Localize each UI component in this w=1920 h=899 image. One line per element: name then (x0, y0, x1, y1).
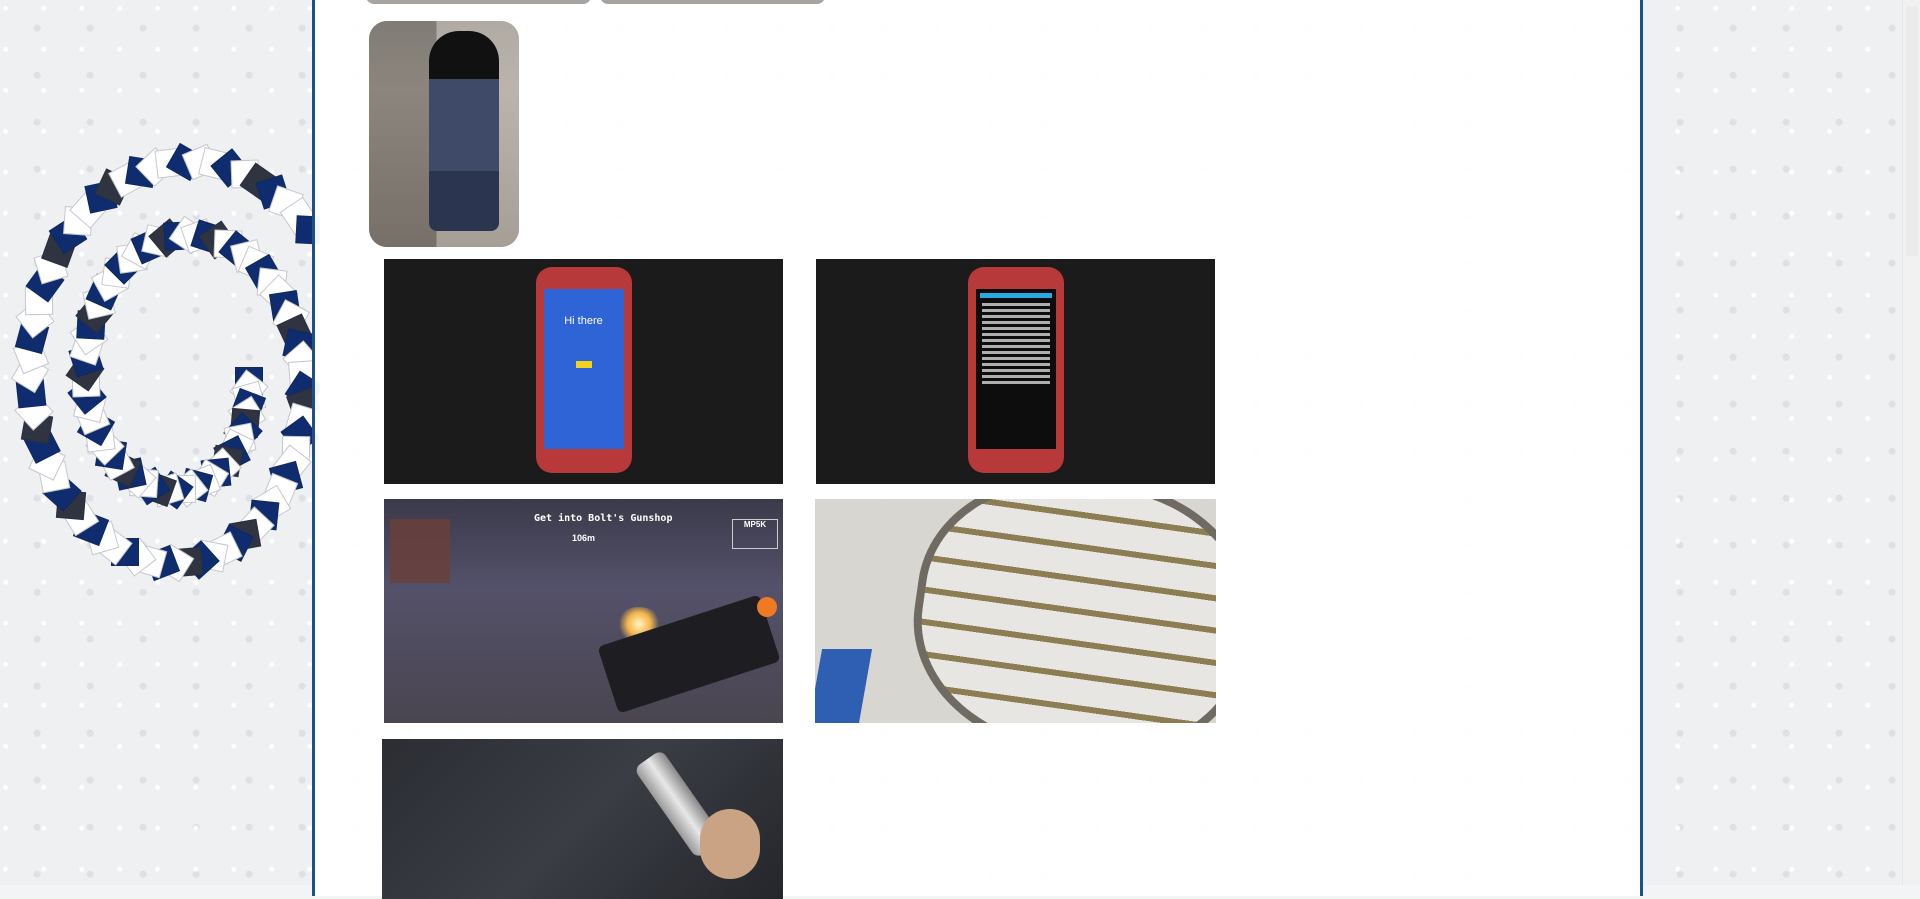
game-fire-button (757, 597, 777, 617)
game-weapon-label: MP5K (732, 519, 778, 549)
shoe-sole (897, 499, 1216, 723)
shoe-blue-edge (815, 649, 873, 723)
content-panel: Hi there Get into Bolt's Gunshop 106m MP… (312, 0, 1643, 899)
gallery-video-flashlight[interactable] (382, 739, 783, 899)
terminal-header-bar (979, 293, 1052, 298)
game-objective-text: Get into Bolt's Gunshop (534, 513, 673, 524)
scrollbar-thumb[interactable] (1906, 6, 1918, 256)
previous-thumbnail-edge[interactable] (366, 0, 591, 4)
phone-screen: Hi there (543, 289, 624, 449)
gallery-video-phone-setup[interactable]: Hi there (384, 259, 783, 484)
game-player-portrait (390, 519, 450, 583)
gallery-video-game[interactable]: Get into Bolt's Gunshop 106m MP5K (384, 499, 783, 723)
phone-screen-text: Hi there (564, 315, 603, 327)
decorative-swirl (0, 60, 320, 720)
gallery-video-phone-recovery[interactable] (816, 259, 1215, 484)
photo-figure (429, 31, 499, 231)
game-distance-text: 106m (572, 533, 596, 543)
phone-image: Hi there (535, 267, 632, 473)
phone-terminal-screen (975, 289, 1056, 449)
hand (700, 809, 760, 879)
previous-thumbnail-edge[interactable] (600, 0, 825, 4)
phone-start-button (575, 361, 592, 368)
vertical-scrollbar[interactable] (1902, 0, 1920, 885)
phone-image (967, 267, 1064, 473)
gallery-photo-shoe[interactable] (815, 499, 1216, 723)
gallery-photo-person[interactable] (369, 21, 519, 247)
